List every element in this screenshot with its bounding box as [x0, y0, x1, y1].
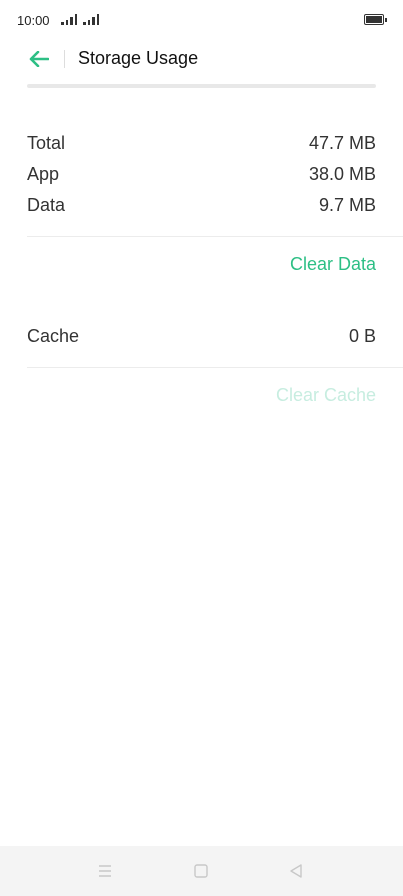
back-button[interactable]	[26, 46, 52, 72]
row-label: Total	[27, 133, 66, 153]
row-value: 9.7 MB	[318, 195, 376, 215]
scroll-indicator	[27, 84, 376, 88]
arrow-left-icon	[29, 51, 49, 67]
header-divider	[64, 50, 65, 68]
clear-data-button[interactable]: Clear Data	[290, 254, 376, 275]
status-bar: 10:00	[0, 0, 403, 40]
cache-row: Cache 0 B	[27, 326, 376, 347]
clear-cache-button[interactable]: Clear Cache	[276, 385, 376, 406]
storage-row-total: Total 47.7 MB	[27, 133, 376, 154]
storage-row-app: App 38.0 MB	[27, 164, 376, 185]
storage-row-data: Data 9.7 MB	[27, 195, 376, 216]
row-label: Cache	[27, 326, 80, 346]
page-title: Storage Usage	[78, 48, 199, 68]
navigation-bar	[0, 846, 403, 896]
divider	[27, 236, 403, 237]
battery-icon	[364, 14, 387, 25]
signal-strength-icon	[83, 14, 99, 25]
menu-button[interactable]	[95, 861, 115, 881]
home-button[interactable]	[191, 861, 211, 881]
status-time: 10:00	[17, 13, 50, 28]
menu-icon	[99, 865, 111, 877]
divider	[27, 367, 403, 368]
row-value: 0 B	[348, 326, 376, 346]
row-value: 38.0 MB	[308, 164, 376, 184]
header: Storage Usage	[0, 40, 403, 80]
row-label: Data	[27, 195, 66, 215]
back-nav-button[interactable]	[286, 861, 306, 881]
row-label: App	[27, 164, 60, 184]
signal-strength-icon	[61, 14, 77, 25]
back-triangle-icon	[290, 864, 302, 878]
row-value: 47.7 MB	[308, 133, 376, 153]
home-square-icon	[194, 864, 208, 878]
